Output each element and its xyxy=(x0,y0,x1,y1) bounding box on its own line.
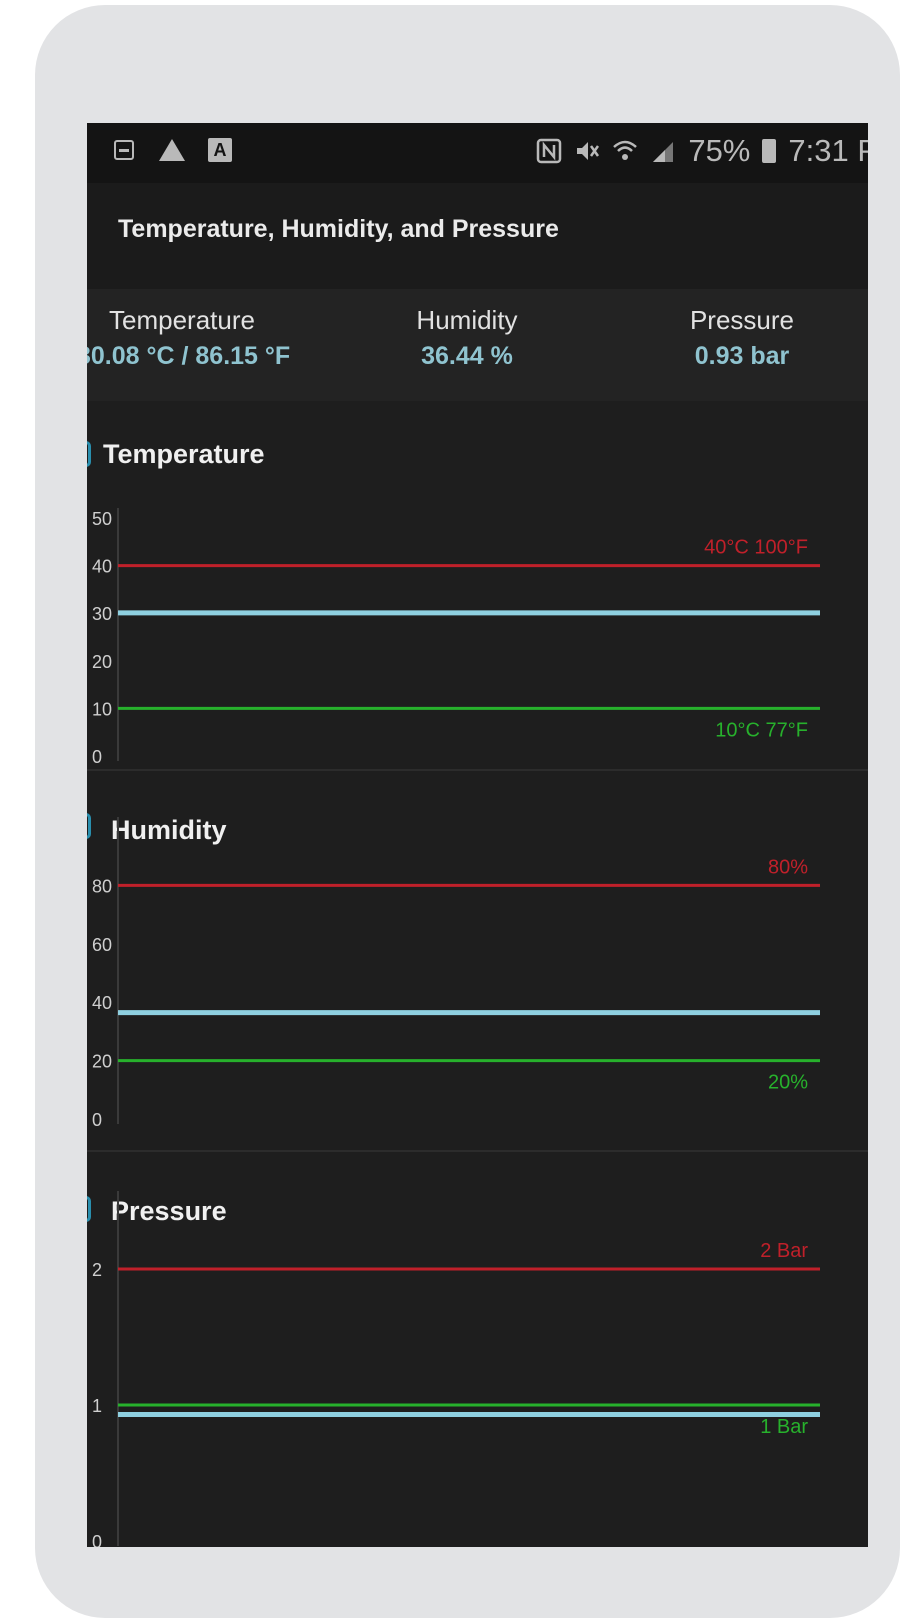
pressure-chart: Pressure 0122 Bar 1 Bar xyxy=(87,1152,868,1547)
y-tick-label: 10 xyxy=(92,699,112,719)
threshold-label: 2 Bar xyxy=(760,1240,808,1262)
threshold-label: 1 Bar xyxy=(760,1416,808,1438)
y-tick-label: 1 xyxy=(92,1396,102,1416)
pressure-value: 0.93 bar xyxy=(694,342,790,370)
phone-screen: A 75% 7:31 P Temperature, Humidity, and … xyxy=(87,123,868,1547)
pressure-plot: 0 1 2 2 Bar 1 Bar xyxy=(92,1191,820,1547)
temperature-value: 30.08 °C / 86.15 °F xyxy=(87,342,291,370)
readings-panel: Temperature 30.08 °C / 86.15 °F Humidity… xyxy=(87,289,868,401)
humidity-plot: 0 20 40 60 80 80% 20% xyxy=(92,817,820,1130)
signal-icon xyxy=(650,138,676,164)
y-tick-label: 0 xyxy=(92,747,102,767)
clock: 7:31 P xyxy=(788,133,868,168)
app-title: Temperature, Humidity, and Pressure xyxy=(118,215,559,243)
temperature-label: Temperature xyxy=(109,305,255,335)
y-tick-label: 30 xyxy=(92,604,112,624)
app-toolbar: Temperature, Humidity, and Pressure xyxy=(87,183,868,289)
threshold-label: 10°C 77°F xyxy=(715,719,808,741)
pressure-reading: Pressure 0.93 bar xyxy=(667,305,817,371)
y-tick-label: 40 xyxy=(92,993,112,1013)
wifi-icon xyxy=(612,138,638,164)
y-tick-label: 60 xyxy=(92,935,112,955)
y-tick-label: 2 xyxy=(92,1260,102,1280)
warning-icon xyxy=(159,137,185,163)
battery-percent: 75% xyxy=(688,133,751,168)
y-tick-label: 50 xyxy=(92,509,112,529)
y-tick-label: 0 xyxy=(92,1532,102,1547)
a-icon: A xyxy=(207,137,233,163)
humidity-value: 36.44 % xyxy=(421,342,513,370)
temperature-plot: 0 10 20 30 40 50 40°C 100°F 10°C 77°F xyxy=(92,508,820,767)
status-bar: A 75% 7:31 P xyxy=(87,123,868,183)
temperature-chart: Temperature 0 10 20 30 40 50 40°C 100°F 10°C 77… xyxy=(87,401,868,771)
humidity-label: Humidity xyxy=(416,305,518,335)
y-tick-label: 20 xyxy=(92,1052,112,1072)
threshold-label: 20% xyxy=(768,1072,808,1094)
y-tick-label: 80 xyxy=(92,876,112,896)
threshold-label: 80% xyxy=(768,856,808,878)
y-tick-label: 0 xyxy=(92,1110,102,1130)
y-tick-label: 20 xyxy=(92,652,112,672)
threshold-label: 40°C 100°F xyxy=(704,537,808,559)
temperature-reading: Temperature 30.08 °C / 86.15 °F xyxy=(87,305,291,371)
pressure-label: Pressure xyxy=(689,305,795,335)
sim-icon xyxy=(111,137,137,163)
humidity-reading: Humidity 36.44 % xyxy=(387,305,547,371)
nfc-icon xyxy=(536,138,562,164)
humidity-chart: Humidity 0 20 40 60 80 80% 20% xyxy=(87,771,868,1151)
mute-icon xyxy=(574,138,600,164)
y-tick-label: 40 xyxy=(92,557,112,577)
battery-icon xyxy=(762,139,777,163)
